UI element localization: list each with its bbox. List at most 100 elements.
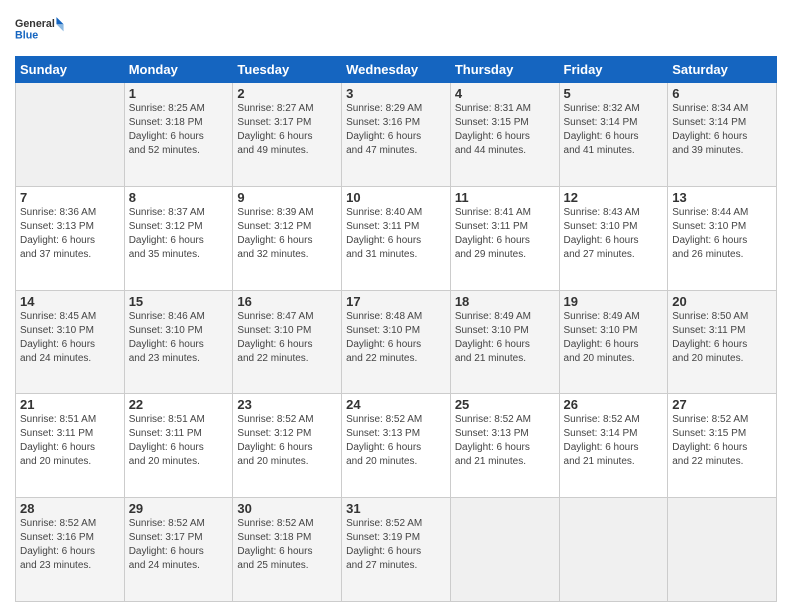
calendar-cell: 23Sunrise: 8:52 AMSunset: 3:12 PMDayligh…	[233, 394, 342, 498]
calendar-cell	[450, 498, 559, 602]
calendar-cell: 10Sunrise: 8:40 AMSunset: 3:11 PMDayligh…	[342, 186, 451, 290]
day-info: Sunrise: 8:52 AMSunset: 3:16 PMDaylight:…	[20, 517, 120, 573]
day-info: Sunrise: 8:48 AMSunset: 3:10 PMDaylight:…	[346, 310, 446, 366]
calendar-cell: 19Sunrise: 8:49 AMSunset: 3:10 PMDayligh…	[559, 290, 668, 394]
calendar-cell: 3Sunrise: 8:29 AMSunset: 3:16 PMDaylight…	[342, 83, 451, 187]
day-number: 31	[346, 501, 446, 516]
day-number: 22	[129, 397, 229, 412]
calendar-cell: 4Sunrise: 8:31 AMSunset: 3:15 PMDaylight…	[450, 83, 559, 187]
day-number: 19	[564, 294, 664, 309]
day-number: 28	[20, 501, 120, 516]
day-info: Sunrise: 8:52 AMSunset: 3:13 PMDaylight:…	[346, 413, 446, 469]
day-number: 7	[20, 190, 120, 205]
day-number: 9	[237, 190, 337, 205]
logo: General Blue	[15, 10, 65, 50]
calendar-cell: 25Sunrise: 8:52 AMSunset: 3:13 PMDayligh…	[450, 394, 559, 498]
day-number: 11	[455, 190, 555, 205]
day-info: Sunrise: 8:52 AMSunset: 3:12 PMDaylight:…	[237, 413, 337, 469]
day-info: Sunrise: 8:37 AMSunset: 3:12 PMDaylight:…	[129, 206, 229, 262]
day-info: Sunrise: 8:40 AMSunset: 3:11 PMDaylight:…	[346, 206, 446, 262]
day-header-friday: Friday	[559, 57, 668, 83]
day-info: Sunrise: 8:25 AMSunset: 3:18 PMDaylight:…	[129, 102, 229, 158]
calendar-cell: 18Sunrise: 8:49 AMSunset: 3:10 PMDayligh…	[450, 290, 559, 394]
day-header-thursday: Thursday	[450, 57, 559, 83]
day-number: 2	[237, 86, 337, 101]
calendar-cell: 26Sunrise: 8:52 AMSunset: 3:14 PMDayligh…	[559, 394, 668, 498]
calendar-cell: 21Sunrise: 8:51 AMSunset: 3:11 PMDayligh…	[16, 394, 125, 498]
day-number: 10	[346, 190, 446, 205]
day-info: Sunrise: 8:44 AMSunset: 3:10 PMDaylight:…	[672, 206, 772, 262]
calendar-cell: 13Sunrise: 8:44 AMSunset: 3:10 PMDayligh…	[668, 186, 777, 290]
day-number: 1	[129, 86, 229, 101]
day-number: 23	[237, 397, 337, 412]
calendar-cell: 29Sunrise: 8:52 AMSunset: 3:17 PMDayligh…	[124, 498, 233, 602]
day-number: 24	[346, 397, 446, 412]
calendar-cell: 1Sunrise: 8:25 AMSunset: 3:18 PMDaylight…	[124, 83, 233, 187]
day-header-saturday: Saturday	[668, 57, 777, 83]
day-number: 3	[346, 86, 446, 101]
day-number: 25	[455, 397, 555, 412]
day-info: Sunrise: 8:41 AMSunset: 3:11 PMDaylight:…	[455, 206, 555, 262]
calendar-cell: 31Sunrise: 8:52 AMSunset: 3:19 PMDayligh…	[342, 498, 451, 602]
svg-text:General: General	[15, 18, 55, 30]
day-info: Sunrise: 8:49 AMSunset: 3:10 PMDaylight:…	[564, 310, 664, 366]
day-number: 26	[564, 397, 664, 412]
calendar-cell	[16, 83, 125, 187]
calendar-cell: 28Sunrise: 8:52 AMSunset: 3:16 PMDayligh…	[16, 498, 125, 602]
day-number: 16	[237, 294, 337, 309]
day-number: 13	[672, 190, 772, 205]
day-info: Sunrise: 8:47 AMSunset: 3:10 PMDaylight:…	[237, 310, 337, 366]
day-info: Sunrise: 8:50 AMSunset: 3:11 PMDaylight:…	[672, 310, 772, 366]
day-number: 27	[672, 397, 772, 412]
calendar-cell: 6Sunrise: 8:34 AMSunset: 3:14 PMDaylight…	[668, 83, 777, 187]
calendar-cell: 17Sunrise: 8:48 AMSunset: 3:10 PMDayligh…	[342, 290, 451, 394]
day-number: 18	[455, 294, 555, 309]
day-number: 4	[455, 86, 555, 101]
day-number: 30	[237, 501, 337, 516]
day-info: Sunrise: 8:29 AMSunset: 3:16 PMDaylight:…	[346, 102, 446, 158]
day-info: Sunrise: 8:52 AMSunset: 3:14 PMDaylight:…	[564, 413, 664, 469]
day-info: Sunrise: 8:27 AMSunset: 3:17 PMDaylight:…	[237, 102, 337, 158]
day-info: Sunrise: 8:43 AMSunset: 3:10 PMDaylight:…	[564, 206, 664, 262]
calendar-cell: 7Sunrise: 8:36 AMSunset: 3:13 PMDaylight…	[16, 186, 125, 290]
calendar-cell: 20Sunrise: 8:50 AMSunset: 3:11 PMDayligh…	[668, 290, 777, 394]
day-info: Sunrise: 8:39 AMSunset: 3:12 PMDaylight:…	[237, 206, 337, 262]
day-info: Sunrise: 8:36 AMSunset: 3:13 PMDaylight:…	[20, 206, 120, 262]
day-info: Sunrise: 8:51 AMSunset: 3:11 PMDaylight:…	[129, 413, 229, 469]
day-header-sunday: Sunday	[16, 57, 125, 83]
day-info: Sunrise: 8:46 AMSunset: 3:10 PMDaylight:…	[129, 310, 229, 366]
calendar-cell: 12Sunrise: 8:43 AMSunset: 3:10 PMDayligh…	[559, 186, 668, 290]
day-number: 15	[129, 294, 229, 309]
day-info: Sunrise: 8:31 AMSunset: 3:15 PMDaylight:…	[455, 102, 555, 158]
calendar-cell: 16Sunrise: 8:47 AMSunset: 3:10 PMDayligh…	[233, 290, 342, 394]
calendar-cell	[668, 498, 777, 602]
day-info: Sunrise: 8:45 AMSunset: 3:10 PMDaylight:…	[20, 310, 120, 366]
day-number: 14	[20, 294, 120, 309]
day-number: 17	[346, 294, 446, 309]
day-header-monday: Monday	[124, 57, 233, 83]
calendar-cell: 11Sunrise: 8:41 AMSunset: 3:11 PMDayligh…	[450, 186, 559, 290]
day-number: 21	[20, 397, 120, 412]
day-number: 8	[129, 190, 229, 205]
day-header-wednesday: Wednesday	[342, 57, 451, 83]
calendar-cell: 22Sunrise: 8:51 AMSunset: 3:11 PMDayligh…	[124, 394, 233, 498]
day-info: Sunrise: 8:52 AMSunset: 3:17 PMDaylight:…	[129, 517, 229, 573]
calendar-cell: 2Sunrise: 8:27 AMSunset: 3:17 PMDaylight…	[233, 83, 342, 187]
calendar-cell: 27Sunrise: 8:52 AMSunset: 3:15 PMDayligh…	[668, 394, 777, 498]
day-info: Sunrise: 8:52 AMSunset: 3:19 PMDaylight:…	[346, 517, 446, 573]
day-number: 5	[564, 86, 664, 101]
day-header-tuesday: Tuesday	[233, 57, 342, 83]
day-info: Sunrise: 8:49 AMSunset: 3:10 PMDaylight:…	[455, 310, 555, 366]
calendar-cell: 15Sunrise: 8:46 AMSunset: 3:10 PMDayligh…	[124, 290, 233, 394]
calendar-cell: 24Sunrise: 8:52 AMSunset: 3:13 PMDayligh…	[342, 394, 451, 498]
calendar: SundayMondayTuesdayWednesdayThursdayFrid…	[15, 56, 777, 602]
calendar-cell: 5Sunrise: 8:32 AMSunset: 3:14 PMDaylight…	[559, 83, 668, 187]
day-number: 6	[672, 86, 772, 101]
day-number: 12	[564, 190, 664, 205]
day-number: 20	[672, 294, 772, 309]
day-info: Sunrise: 8:52 AMSunset: 3:18 PMDaylight:…	[237, 517, 337, 573]
calendar-cell: 8Sunrise: 8:37 AMSunset: 3:12 PMDaylight…	[124, 186, 233, 290]
calendar-cell: 9Sunrise: 8:39 AMSunset: 3:12 PMDaylight…	[233, 186, 342, 290]
day-info: Sunrise: 8:32 AMSunset: 3:14 PMDaylight:…	[564, 102, 664, 158]
day-info: Sunrise: 8:52 AMSunset: 3:13 PMDaylight:…	[455, 413, 555, 469]
